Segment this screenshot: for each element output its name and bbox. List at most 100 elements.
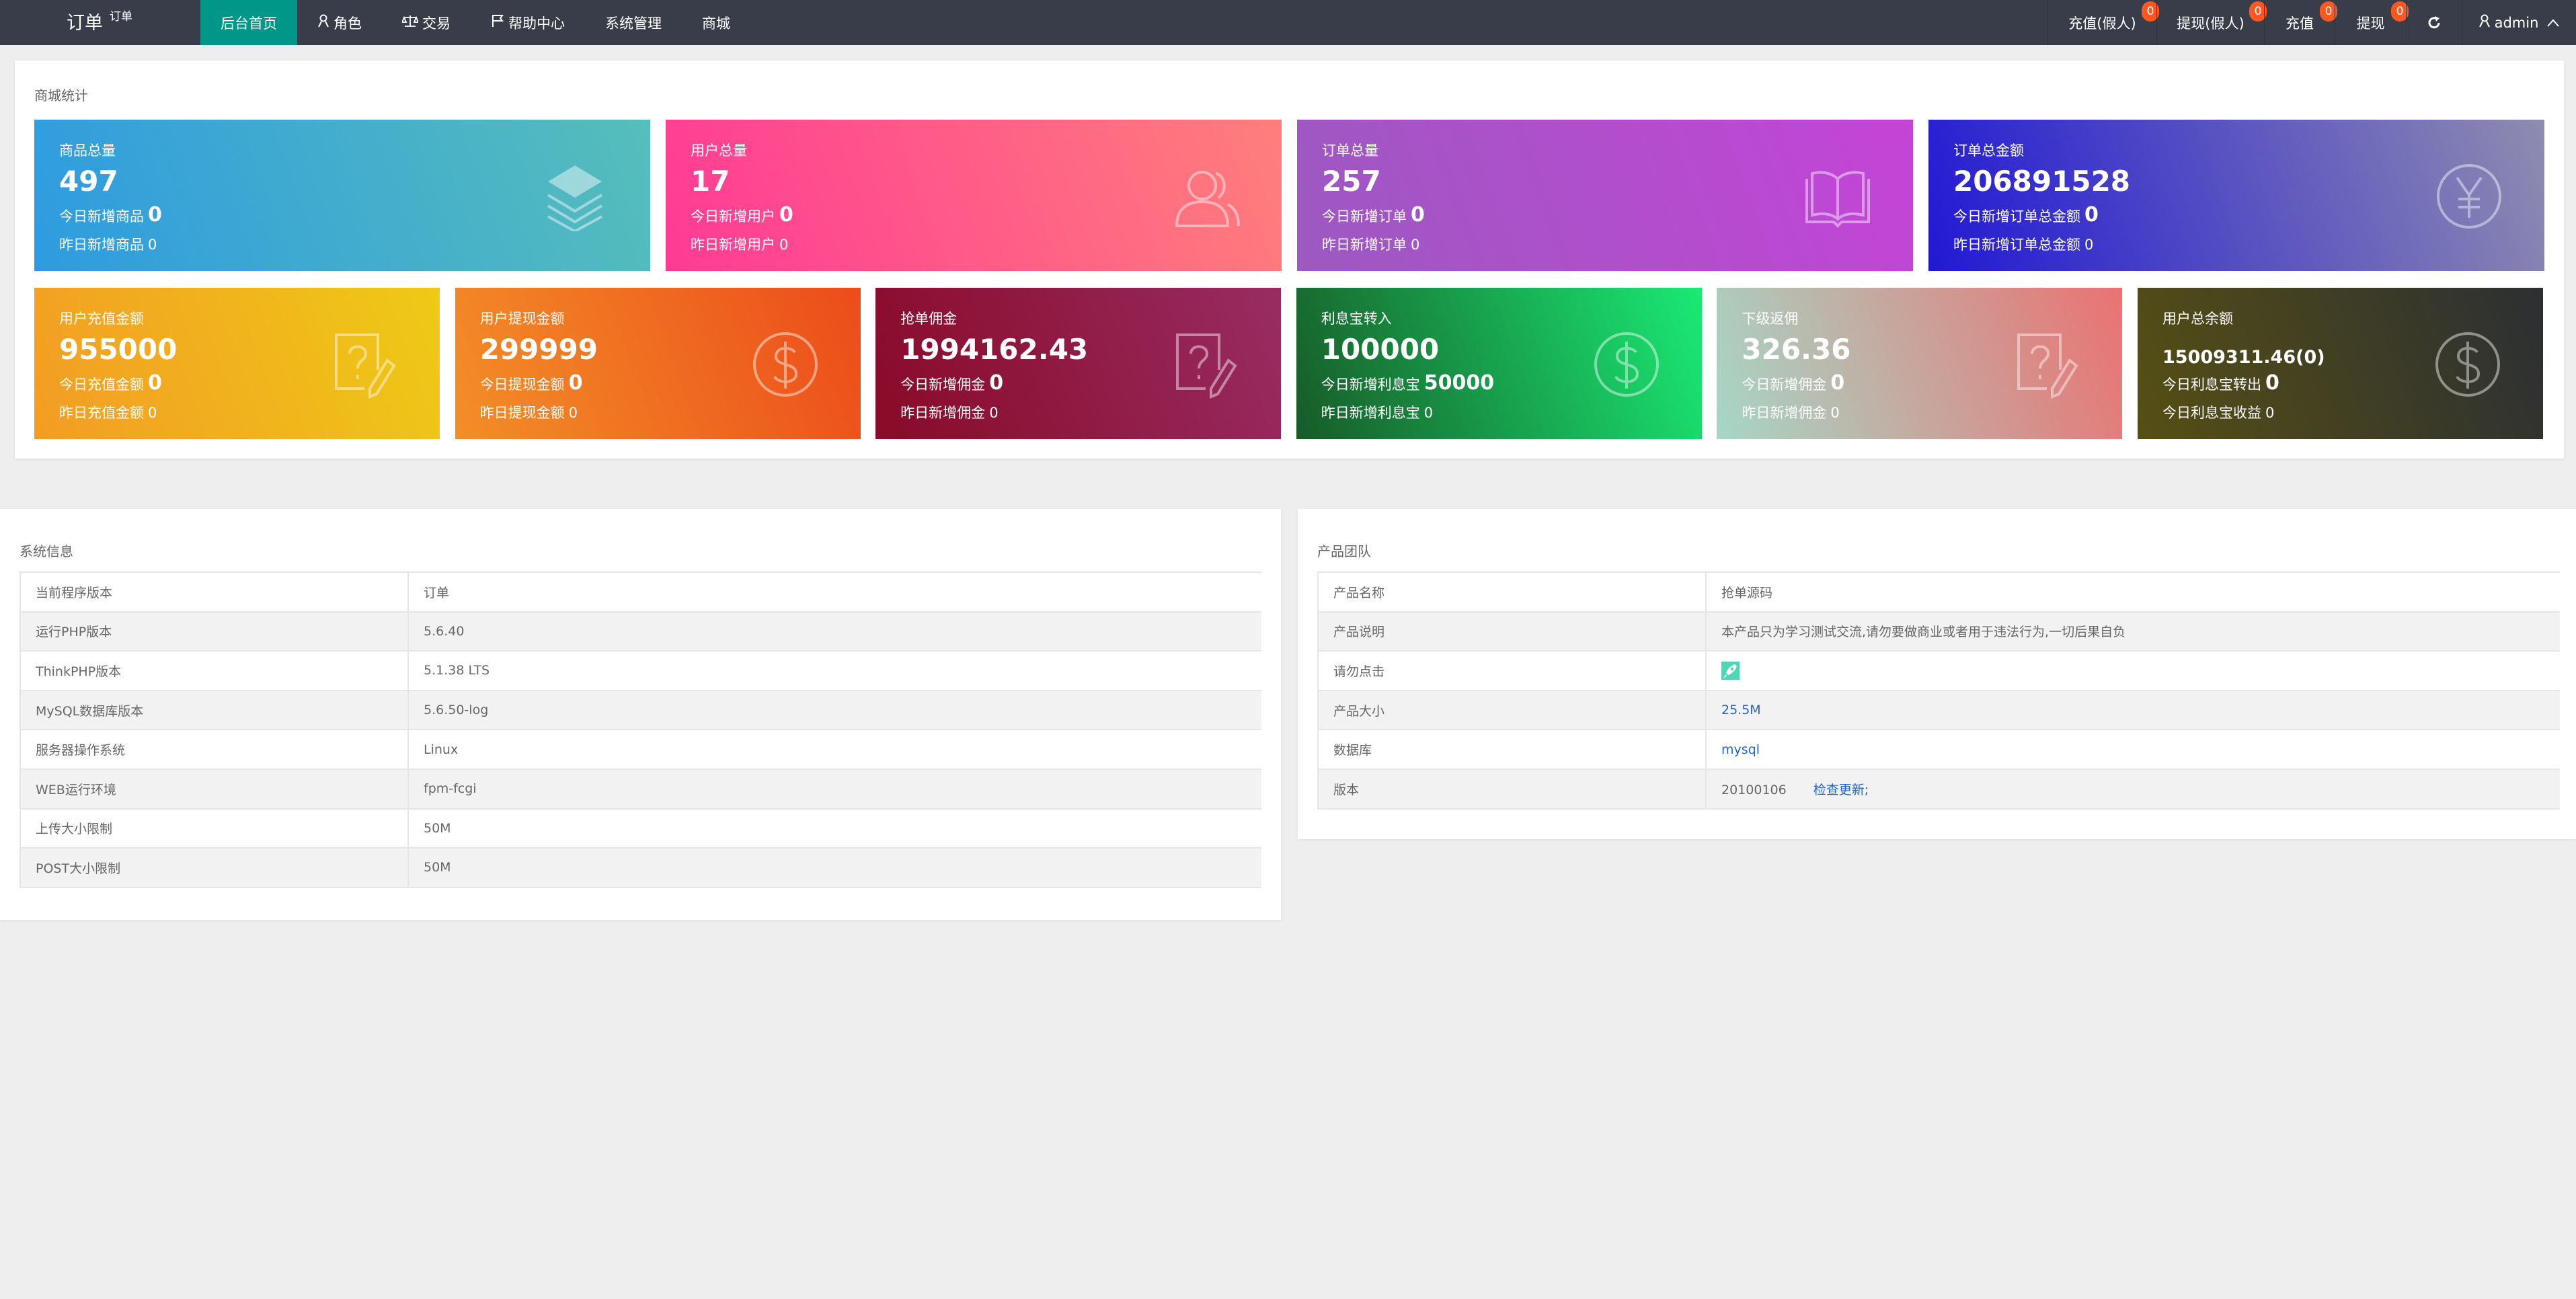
stat-yesterday: 今日利息宝收益 0 [2162, 405, 2275, 421]
stat-card: 用户总量 17 今日新增用户 0 昨日新增用户 0 [666, 120, 1282, 271]
stat-yesterday: 昨日新增订单总金额 0 [1953, 237, 2094, 253]
table-row: 当前程序版本 订单 [19, 572, 1261, 613]
stat-today: 今日新增佣金 0 [900, 371, 1004, 395]
users-icon [1171, 161, 1241, 231]
stat-today: 今日提现金额 0 [479, 371, 583, 395]
nav-item-4[interactable]: 系统管理 [585, 0, 682, 45]
stat-label: 用户总量 [691, 143, 747, 159]
stat-card: 用户充值金额 955000 今日充值金额 0 昨日充值金额 0 [34, 288, 440, 439]
stat-today: 今日新增订单总金额 0 [1953, 203, 2099, 227]
nav-item-5[interactable]: 商城 [682, 0, 750, 45]
table-row: 产品大小 25.5M [1317, 689, 2560, 731]
stat-value: 326.36 [1742, 333, 1851, 366]
chevron-up-icon [2547, 18, 2560, 27]
table-row: ThinkPHP版本 5.1.38 LTS [19, 650, 1261, 691]
product-size-link[interactable]: 25.5M [1721, 703, 1761, 717]
question-edit-icon [1171, 329, 1241, 399]
scale-icon [401, 14, 422, 31]
stat-today: 今日充值金额 0 [59, 371, 162, 395]
stat-label: 用户总余额 [2162, 311, 2233, 327]
stat-yesterday: 昨日充值金额 0 [59, 405, 157, 421]
nav-item-2[interactable]: 交易 [382, 0, 471, 45]
table-row: 版本 20100106 检查更新; [1317, 768, 2560, 810]
user-icon [2479, 14, 2491, 31]
stat-yesterday: 昨日新增商品 0 [59, 237, 157, 253]
stat-yesterday: 昨日新增用户 0 [691, 237, 789, 253]
user-icon [317, 14, 334, 31]
flag-icon [491, 14, 508, 31]
stat-label: 利息宝转入 [1321, 311, 1392, 327]
nav-label: 交易 [422, 15, 451, 32]
header-link-0[interactable]: 充值(假人) 0 [2047, 0, 2159, 45]
table-row: 上传大小限制 50M [19, 808, 1261, 849]
check-update-link[interactable]: 检查更新; [1813, 783, 1869, 797]
stat-today: 今日新增用户 0 [691, 203, 793, 227]
stat-card: 抢单佣金 1994162.43 今日新增佣金 0 昨日新增佣金 0 [875, 288, 1282, 439]
stat-card: 商品总量 497 今日新增商品 0 昨日新增商品 0 [34, 120, 650, 271]
stat-card: 用户提现金额 299999 今日提现金额 0 昨日提现金额 0 [455, 288, 861, 439]
table-row: 产品名称 抢单源码 [1317, 572, 2560, 613]
logo[interactable]: 订单 订单 [67, 8, 132, 34]
table-row: 请勿点击 [1317, 650, 2560, 691]
main-nav: 后台首页 角色 交易 帮助中心 系统管理 商城 [200, 0, 750, 45]
stat-label: 用户充值金额 [59, 311, 144, 327]
stat-card: 用户总余额 15009311.46(0) 今日利息宝转出 0 今日利息宝收益 0 [2138, 288, 2543, 439]
stat-card: 订单总量 257 今日新增订单 0 昨日新增订单 0 [1297, 120, 1913, 271]
dollar-icon [1592, 329, 1662, 399]
stat-card: 下级返佣 326.36 今日新增佣金 0 昨日新增佣金 0 [1717, 288, 2123, 439]
nav-item-3[interactable]: 帮助中心 [471, 0, 585, 45]
stat-value: 15009311.46(0) [2162, 347, 2325, 368]
header-link-2[interactable]: 充值 0 [2264, 0, 2337, 45]
stat-yesterday: 昨日新增佣金 0 [1742, 405, 1840, 421]
nav-item-0[interactable]: 后台首页 [200, 0, 297, 45]
top-header: 订单 订单 后台首页 角色 交易 帮助中心 系统管理 商城 充值(假人) 0 提现(假人) 0 充值… [0, 0, 2576, 45]
nav-label: 商城 [702, 15, 730, 32]
question-edit-icon [329, 329, 399, 399]
nav-label: 角色 [334, 15, 362, 32]
nav-item-1[interactable]: 角色 [297, 0, 382, 45]
table-row: POST大小限制 50M [19, 847, 1261, 888]
stat-value: 17 [691, 165, 730, 198]
dollar-icon [2433, 329, 2503, 399]
dollar-icon [750, 329, 820, 399]
stat-yesterday: 昨日新增佣金 0 [900, 405, 999, 421]
stat-value: 206891528 [1953, 165, 2131, 198]
product-team-panel: 产品团队 产品名称 抢单源码 产品说明 本产品只为学习测试交流,请勿要做商业或者用于… [1298, 509, 2576, 839]
rocket-icon[interactable] [1721, 661, 1740, 680]
stat-yesterday: 昨日新增利息宝 0 [1321, 405, 1434, 421]
refresh-icon [2428, 15, 2440, 28]
stat-label: 订单总金额 [1953, 143, 2024, 159]
system-info-table: 当前程序版本 订单 运行PHP版本 5.6.40 ThinkPHP版本 5.1.38 LT… [19, 572, 1261, 888]
system-info-panel: 系统信息 当前程序版本 订单 运行PHP版本 5.6.40 ThinkPHP版本 5.1.… [0, 509, 1281, 920]
stat-yesterday: 昨日提现金额 0 [479, 405, 578, 421]
stat-today: 今日利息宝转出 0 [2162, 371, 2279, 395]
stat-value: 100000 [1321, 333, 1440, 366]
system-info-title: 系统信息 [19, 543, 73, 559]
stat-today: 今日新增利息宝 50000 [1321, 371, 1495, 395]
product-team-table: 产品名称 抢单源码 产品说明 本产品只为学习测试交流,请勿要做商业或者用于违法行为,… [1317, 572, 2560, 810]
stat-yesterday: 昨日新增订单 0 [1322, 237, 1420, 253]
yen-icon [2434, 161, 2504, 231]
stat-label: 用户提现金额 [479, 311, 565, 327]
table-row: MySQL数据库版本 5.6.50-log [19, 689, 1261, 731]
stat-value: 257 [1322, 165, 1381, 198]
question-edit-icon [2012, 329, 2082, 399]
stat-value: 955000 [59, 333, 178, 366]
stat-label: 下级返佣 [1742, 311, 1799, 327]
nav-label: 帮助中心 [508, 15, 565, 32]
table-row: 产品说明 本产品只为学习测试交流,请勿要做商业或者用于违法行为,一切后果自负 [1317, 611, 2560, 652]
table-row: WEB运行环境 fpm-fcgi [19, 768, 1261, 810]
database-link[interactable]: mysql [1721, 742, 1760, 757]
stat-today: 今日新增订单 0 [1322, 203, 1425, 227]
stat-card: 订单总金额 206891528 今日新增订单总金额 0 昨日新增订单总金额 0 [1928, 120, 2544, 271]
stat-value: 299999 [479, 333, 598, 366]
stat-label: 订单总量 [1322, 143, 1378, 159]
user-menu[interactable]: admin [2462, 0, 2576, 45]
refresh-button[interactable] [2406, 0, 2462, 45]
stat-label: 商品总量 [59, 143, 116, 159]
nav-label: 系统管理 [605, 15, 662, 32]
header-link-3[interactable]: 提现 0 [2335, 0, 2409, 45]
table-row: 运行PHP版本 5.6.40 [19, 611, 1261, 652]
product-team-title: 产品团队 [1317, 543, 1371, 559]
header-link-1[interactable]: 提现(假人) 0 [2156, 0, 2267, 45]
